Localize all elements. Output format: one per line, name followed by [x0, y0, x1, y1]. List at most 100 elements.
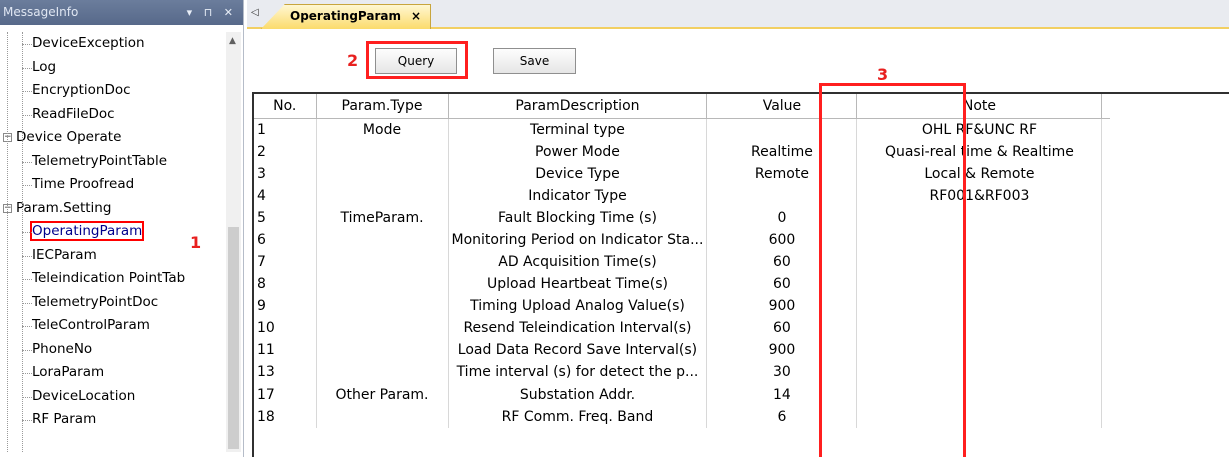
tree-item-devicelocation[interactable]: DeviceLocation [0, 385, 135, 408]
table-row[interactable]: 18 RF Comm. Freq. Band 6 [254, 405, 1110, 428]
scroll-up-icon[interactable]: ▲ [229, 36, 236, 46]
table-row[interactable]: 3 Device Type Remote Local & Remote [254, 162, 1110, 185]
tree-item-label: RF Param [32, 411, 97, 427]
cell-param-type[interactable] [316, 140, 449, 163]
cell-no[interactable]: 2 [254, 140, 317, 163]
table-row[interactable]: 5 TimeParam. Fault Blocking Time (s) 0 [254, 206, 1110, 229]
panel-controls-icon[interactable]: ▾ ⊓ ✕ [187, 0, 237, 25]
cell-param-type[interactable]: Other Param. [316, 383, 449, 406]
cell-no[interactable]: 6 [254, 228, 317, 251]
cell-param-type[interactable] [316, 273, 449, 296]
table-row[interactable]: 4 Indicator Type RF001&RF003 [254, 184, 1110, 207]
cell-param-description[interactable]: Fault Blocking Time (s) [448, 206, 708, 229]
tree-item-label: DeviceException [32, 35, 145, 51]
tree-item-time-proofread[interactable]: Time Proofread [0, 173, 134, 196]
cell-no[interactable]: 17 [254, 383, 317, 406]
cell-param-description[interactable]: Load Data Record Save Interval(s) [448, 339, 708, 362]
param-table: No. Param.Type ParamDescription Value No… [252, 92, 1229, 457]
table-row[interactable]: 2 Power Mode Realtime Quasi-real time & Rea… [254, 140, 1110, 163]
cell-no[interactable]: 10 [254, 317, 317, 340]
table-row[interactable]: 1 Mode Terminal type OHL RF&UNC RF [254, 117, 1110, 141]
tree-connector [22, 232, 32, 233]
cell-param-type[interactable] [316, 162, 449, 185]
tree-item-device-operate[interactable]: Device Operate [0, 126, 121, 149]
cell-param-type[interactable] [316, 339, 449, 362]
cell-param-type[interactable] [316, 361, 449, 384]
cell-param-description[interactable]: RF Comm. Freq. Band [448, 405, 708, 428]
table-row[interactable]: 6 Monitoring Period on Indicator Sta... 60… [254, 228, 1110, 251]
cell-param-type[interactable] [316, 250, 449, 274]
table-row[interactable]: 7 AD Acquisition Time(s) 60 [254, 250, 1110, 274]
cell-param-description[interactable]: Power Mode [448, 140, 708, 163]
tab-scroll-left-icon[interactable]: ◁ [251, 7, 259, 18]
tree-item-label: IECParam [32, 246, 97, 263]
tree-item-readfiledoc[interactable]: ReadFileDoc [0, 103, 115, 126]
tree-connector [22, 279, 32, 280]
cell-no[interactable]: 3 [254, 162, 317, 185]
tree-item-label: Time Proofread [32, 176, 135, 192]
cell-param-description[interactable]: Monitoring Period on Indicator Sta... [448, 228, 708, 251]
table-row[interactable]: 17 Other Param. Substation Addr. 14 [254, 383, 1110, 406]
tree-connector [22, 67, 32, 69]
scroll-thumb[interactable] [228, 227, 239, 449]
tab-label: OperatingParam [290, 9, 402, 23]
column-header-param-type[interactable]: Param.Type [316, 94, 449, 119]
tree-item-encryptiondoc[interactable]: EncryptionDoc [0, 79, 131, 102]
tree-scrollbar[interactable]: ▲ [226, 32, 241, 452]
tree-item-label: TeleControlParam [32, 317, 150, 333]
cell-no[interactable]: 8 [254, 273, 317, 296]
tab-close-icon[interactable]: × [411, 9, 421, 23]
cell-filler [1102, 317, 1110, 339]
tree-item-iecparam[interactable]: IECParam [0, 244, 97, 267]
tree-item-phoneno[interactable]: PhoneNo [0, 338, 92, 361]
cell-param-type[interactable] [316, 295, 449, 318]
cell-no[interactable]: 1 [254, 117, 317, 141]
cell-param-type[interactable] [316, 317, 449, 340]
cell-param-description[interactable]: Upload Heartbeat Time(s) [448, 273, 708, 296]
column-header-param-description[interactable]: ParamDescription [448, 94, 708, 119]
cell-no[interactable]: 4 [254, 184, 317, 207]
tree-guide-line [7, 32, 8, 452]
cell-filler [1102, 229, 1110, 251]
query-button[interactable]: Query [375, 48, 457, 74]
cell-param-description[interactable]: AD Acquisition Time(s) [448, 250, 708, 274]
cell-param-description[interactable]: Timing Upload Analog Value(s) [448, 295, 708, 318]
tree-connector [22, 44, 32, 45]
cell-no[interactable]: 5 [254, 206, 317, 229]
cell-param-type[interactable] [316, 405, 449, 428]
highlight-box-value-column [819, 83, 966, 457]
table-row[interactable]: 11 Load Data Record Save Interval(s) 900 [254, 339, 1110, 362]
cell-param-description[interactable]: Substation Addr. [448, 383, 708, 406]
cell-param-type[interactable]: Mode [316, 117, 449, 141]
save-button[interactable]: Save [493, 48, 576, 74]
table-body: 1 Mode Terminal type OHL RF&UNC RF 2 Power Mo… [254, 117, 1110, 428]
cell-param-description[interactable]: Resend Teleindication Interval(s) [448, 317, 708, 340]
table-row[interactable]: 10 Resend Teleindication Interval(s) 60 [254, 317, 1110, 340]
cell-param-description[interactable]: Time interval (s) for detect the p... [448, 361, 708, 384]
cell-no[interactable]: 9 [254, 295, 317, 318]
cell-no[interactable]: 13 [254, 361, 317, 384]
cell-no[interactable]: 11 [254, 339, 317, 362]
cell-param-type[interactable]: TimeParam. [316, 206, 449, 229]
tree-connector [22, 185, 32, 186]
column-header-no[interactable]: No. [254, 94, 317, 119]
cell-param-description[interactable]: Terminal type [448, 117, 708, 141]
table-row[interactable]: 8 Upload Heartbeat Time(s) 60 [254, 273, 1110, 296]
cell-filler [1101, 117, 1110, 141]
cell-param-description[interactable]: Device Type [448, 162, 708, 185]
tree-item-param-setting[interactable]: Param.Setting [0, 197, 111, 220]
table-row[interactable]: 13 Time interval (s) for detect the p... 3… [254, 361, 1110, 384]
cell-no[interactable]: 18 [254, 405, 317, 428]
tree-item-loraparam[interactable]: LoraParam [0, 361, 104, 384]
cell-param-type[interactable] [316, 228, 449, 251]
cell-no[interactable]: 7 [254, 250, 317, 274]
tree-connector [22, 373, 32, 374]
tree-item-rf-param[interactable]: RF Param [0, 408, 96, 431]
table-row[interactable]: 9 Timing Upload Analog Value(s) 900 [254, 295, 1110, 318]
tree-connector [22, 326, 32, 327]
cell-param-description[interactable]: Indicator Type [448, 184, 708, 207]
tree-connector [22, 302, 32, 304]
tab-operating-param[interactable]: OperatingParam × [261, 4, 431, 29]
tree-item-label: TelemetryPointDoc [32, 293, 159, 310]
cell-param-type[interactable] [316, 184, 449, 207]
